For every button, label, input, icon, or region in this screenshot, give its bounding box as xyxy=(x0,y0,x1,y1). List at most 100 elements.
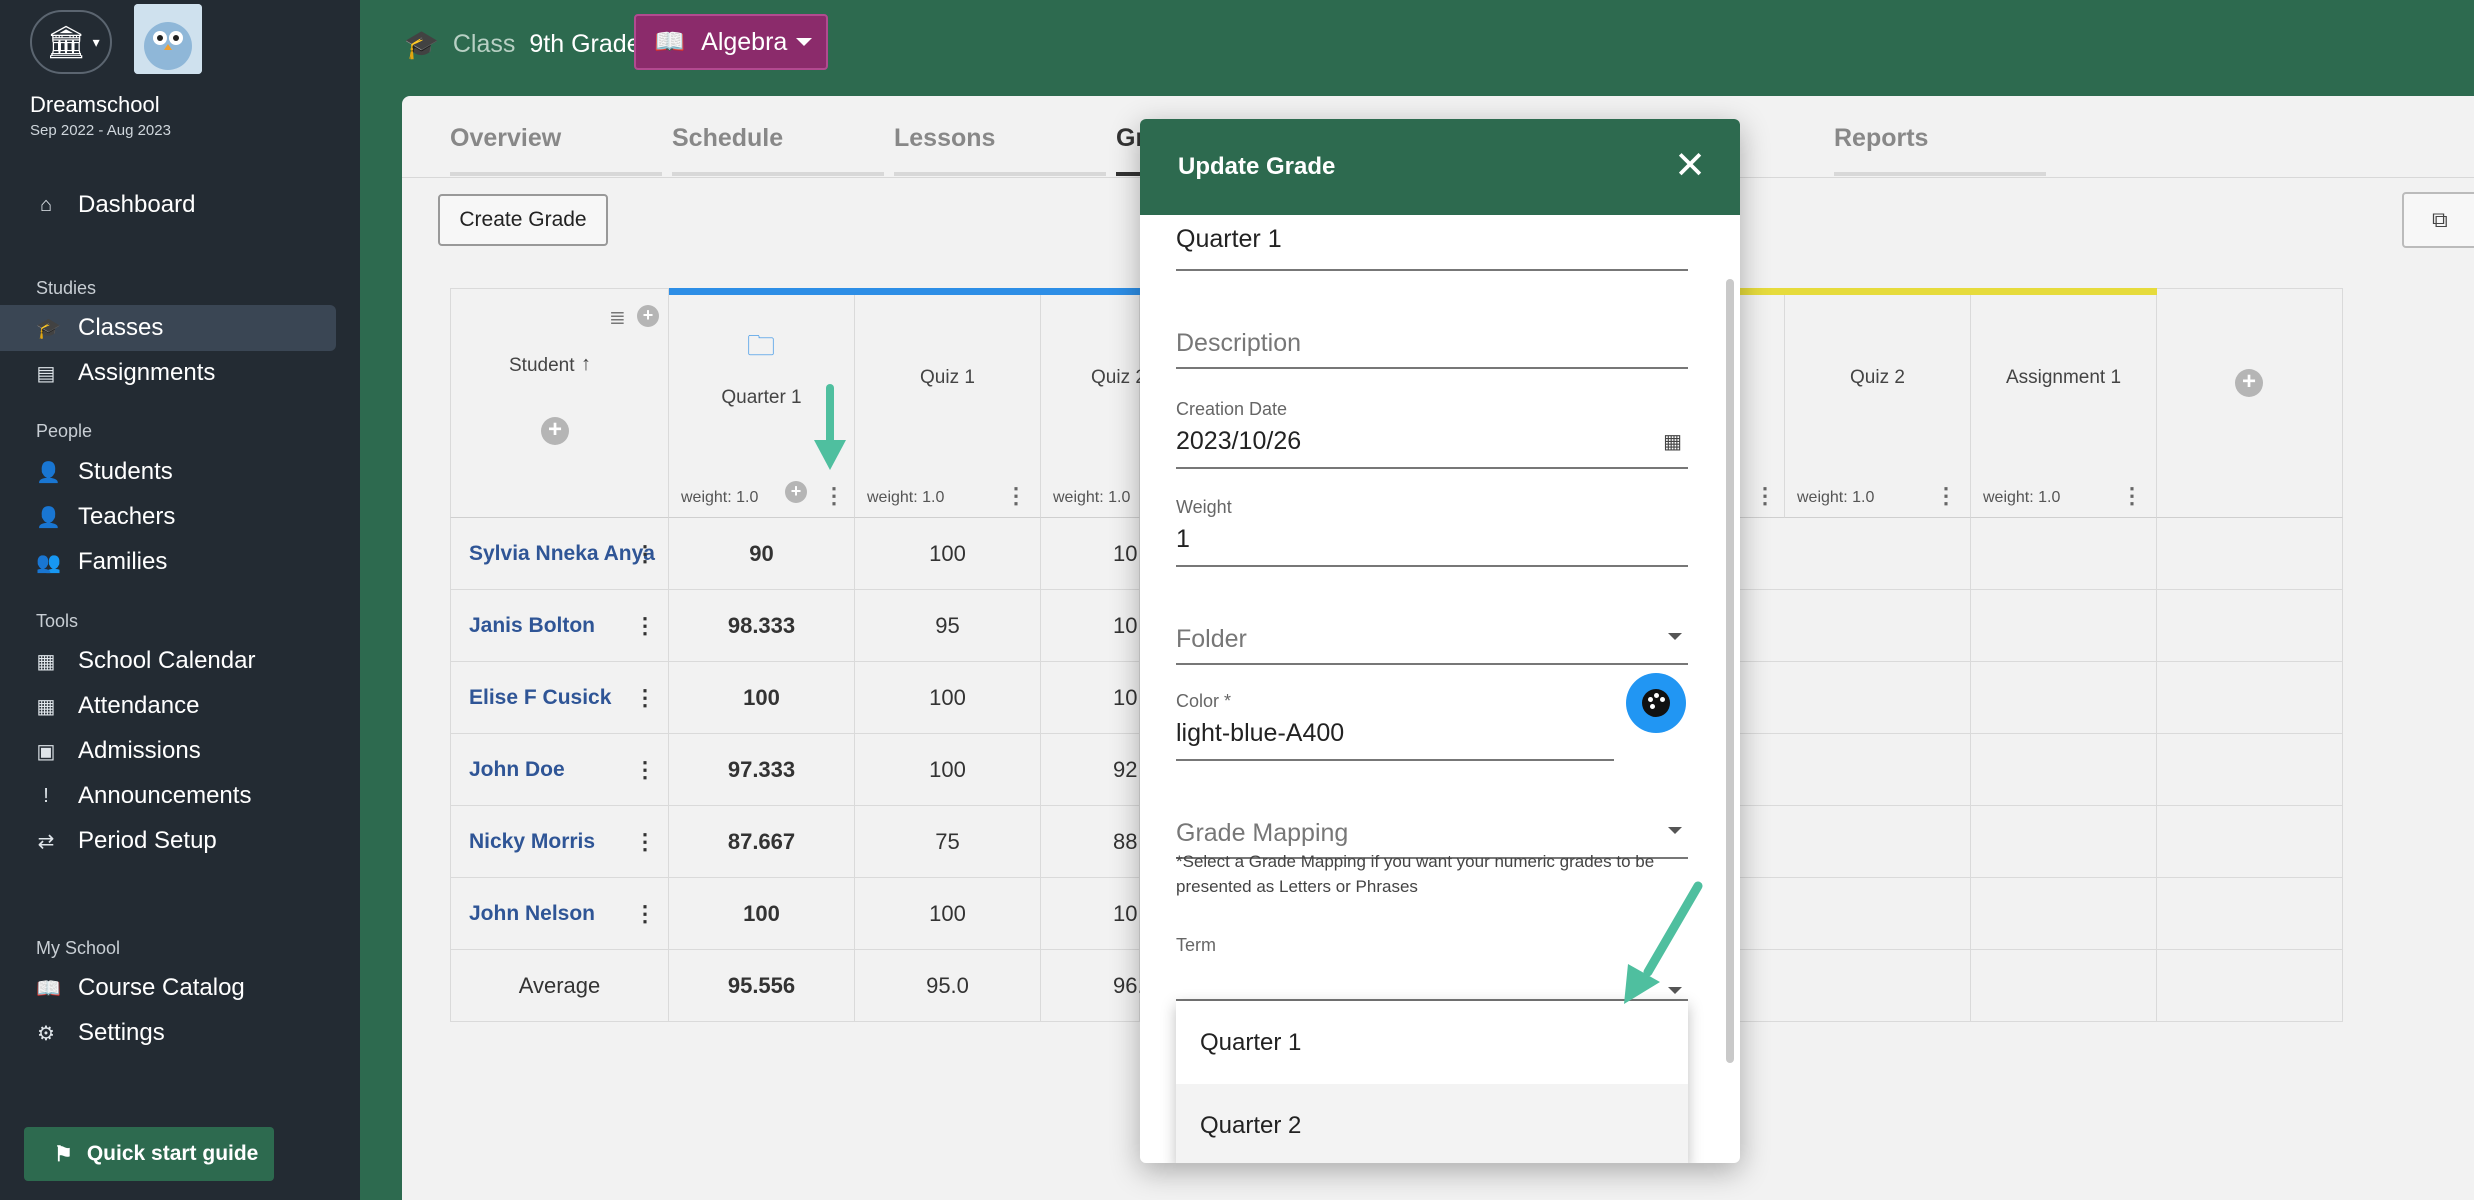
grade-cell[interactable]: 100 xyxy=(669,662,855,734)
sidebar-item-families[interactable]: 👥 Families xyxy=(0,539,336,585)
grade-cell[interactable]: 87.667 xyxy=(669,806,855,878)
average-cell[interactable]: 95.0 xyxy=(855,950,1041,1022)
export-button[interactable]: ⧉ xyxy=(2402,192,2474,248)
grade-cell[interactable] xyxy=(1971,518,2157,590)
grade-cell[interactable] xyxy=(1971,806,2157,878)
student-name-link[interactable]: Nicky Morris xyxy=(469,830,595,854)
grade-cell[interactable]: 100 xyxy=(855,734,1041,806)
grade-cell[interactable] xyxy=(1971,590,2157,662)
average-cell[interactable]: 96.6 xyxy=(1041,950,1156,1022)
term-option-quarter-1[interactable]: Quarter 1 xyxy=(1176,1001,1688,1084)
column-menu-icon[interactable]: ⋮ xyxy=(1935,483,1957,509)
grade-cell[interactable]: 100 xyxy=(669,878,855,950)
grade-cell[interactable] xyxy=(1740,734,1971,806)
grade-cell[interactable]: 10 xyxy=(1041,662,1140,734)
grade-cell[interactable]: 75 xyxy=(855,806,1041,878)
term-select[interactable]: Term xyxy=(1176,931,1688,1001)
tab-reports[interactable]: Reports xyxy=(1834,124,1928,153)
grade-cell[interactable] xyxy=(1971,878,2157,950)
grade-cell[interactable] xyxy=(1740,590,1971,662)
grade-cell[interactable] xyxy=(2157,662,2343,734)
row-menu-icon[interactable]: ⋮ xyxy=(634,829,656,855)
grade-cell[interactable] xyxy=(1971,734,2157,806)
color-field[interactable]: Color * light-blue-A400 xyxy=(1176,671,1614,761)
grade-cell[interactable] xyxy=(1740,518,1971,590)
column-menu-icon[interactable]: ⋮ xyxy=(1754,483,1776,509)
row-menu-icon[interactable]: ⋮ xyxy=(634,613,656,639)
list-icon[interactable]: ≣ xyxy=(609,305,626,330)
tab-lessons[interactable]: Lessons xyxy=(894,124,995,153)
sidebar-item-dashboard[interactable]: ⌂ Dashboard xyxy=(0,182,336,228)
column-menu-icon[interactable]: ⋮ xyxy=(2121,483,2143,509)
grade-cell[interactable] xyxy=(1971,662,2157,734)
grade-cell[interactable]: 95 xyxy=(855,590,1041,662)
sidebar-item-school-calendar[interactable]: ▦ School Calendar xyxy=(0,638,336,684)
grade-cell[interactable]: 100 xyxy=(855,878,1041,950)
grade-cell[interactable] xyxy=(2157,806,2343,878)
grade-column-header[interactable]: Quiz 2 weight: 1.0 xyxy=(1041,295,1146,518)
add-icon[interactable]: + xyxy=(637,305,659,327)
column-menu-icon[interactable]: ⋮ xyxy=(823,483,845,509)
grade-column-header[interactable]: ⋮ xyxy=(1740,295,1785,518)
student-name-link[interactable]: John Doe xyxy=(469,758,565,782)
folder-select[interactable]: Folder xyxy=(1176,597,1688,665)
row-menu-icon[interactable]: ⋮ xyxy=(634,541,656,567)
column-menu-icon[interactable]: ⋮ xyxy=(1005,483,1027,509)
term-option-quarter-2[interactable]: Quarter 2 xyxy=(1176,1084,1688,1163)
add-student-icon[interactable]: + xyxy=(541,417,569,445)
grade-cell[interactable]: 90 xyxy=(669,518,855,590)
sidebar-item-course-catalog[interactable]: 📖 Course Catalog xyxy=(0,965,336,1011)
grade-cell[interactable]: 88 xyxy=(1041,806,1140,878)
student-name-link[interactable]: John Nelson xyxy=(469,902,595,926)
grade-cell[interactable] xyxy=(1740,806,1971,878)
color-picker-button[interactable] xyxy=(1626,673,1686,733)
school-switcher[interactable]: 🏛 ▾ xyxy=(30,10,112,74)
grade-cell[interactable]: 10 xyxy=(1041,518,1140,590)
student-name-link[interactable]: Elise F Cusick xyxy=(469,686,611,710)
student-name-link[interactable]: Janis Bolton xyxy=(469,614,595,638)
calendar-icon[interactable]: ▦ xyxy=(1663,429,1682,454)
sidebar-item-announcements[interactable]: ! Announcements xyxy=(0,773,336,819)
weight-field[interactable]: Weight 1 xyxy=(1176,477,1688,567)
grade-column-header[interactable]: Quiz 1 weight: 1.0 ⋮ xyxy=(855,295,1041,518)
average-cell[interactable] xyxy=(2157,950,2343,1022)
name-field[interactable]: Quarter 1 xyxy=(1176,215,1688,271)
tab-schedule[interactable]: Schedule xyxy=(672,124,783,153)
sidebar-item-attendance[interactable]: ▦ Attendance xyxy=(0,683,336,729)
add-icon[interactable]: + xyxy=(785,481,807,503)
grade-column-header[interactable]: Assignment 1 weight: 1.0 ⋮ xyxy=(1971,295,2157,518)
grade-cell[interactable] xyxy=(2157,878,2343,950)
average-cell[interactable] xyxy=(1971,950,2157,1022)
sort-arrow-icon[interactable]: ↑ xyxy=(581,353,591,376)
grade-cell[interactable]: 100 xyxy=(855,518,1041,590)
add-column-icon[interactable]: + xyxy=(2235,369,2263,397)
sidebar-item-settings[interactable]: ⚙ Settings xyxy=(0,1010,336,1056)
grade-cell[interactable]: 10 xyxy=(1041,590,1140,662)
sidebar-item-classes[interactable]: 🎓 Classes xyxy=(0,305,336,351)
grade-cell[interactable] xyxy=(2157,734,2343,806)
grade-cell[interactable] xyxy=(1740,878,1971,950)
row-menu-icon[interactable]: ⋮ xyxy=(634,901,656,927)
grade-cell[interactable] xyxy=(2157,590,2343,662)
grade-cell[interactable]: 97.333 xyxy=(669,734,855,806)
grade-cell[interactable]: 92 xyxy=(1041,734,1140,806)
creation-date-field[interactable]: Creation Date 2023/10/26 ▦ xyxy=(1176,379,1688,469)
average-cell[interactable]: 95.556 xyxy=(669,950,855,1022)
student-header-label[interactable]: Student xyxy=(509,355,575,377)
grade-column-header[interactable]: Quiz 2 weight: 1.0 ⋮ xyxy=(1785,295,1971,518)
description-field[interactable]: Description xyxy=(1176,305,1688,369)
dialog-scrollbar[interactable] xyxy=(1726,279,1734,1063)
subject-dropdown[interactable]: 📖 Algebra xyxy=(634,14,828,70)
sidebar-item-period-setup[interactable]: ⇄ Period Setup xyxy=(0,818,336,864)
grade-cell[interactable] xyxy=(1740,662,1971,734)
create-grade-button[interactable]: Create Grade xyxy=(438,194,608,246)
sidebar-item-admissions[interactable]: ▣ Admissions xyxy=(0,728,336,774)
sidebar-item-teachers[interactable]: 👤 Teachers xyxy=(0,494,336,540)
sidebar-item-assignments[interactable]: ▤ Assignments xyxy=(0,350,336,396)
sidebar-item-students[interactable]: 👤 Students xyxy=(0,449,336,495)
student-name-link[interactable]: Sylvia Nneka Anya xyxy=(469,542,655,566)
avatar[interactable] xyxy=(134,4,202,74)
average-cell[interactable] xyxy=(1740,950,1971,1022)
grade-cell[interactable] xyxy=(2157,518,2343,590)
grade-cell[interactable]: 98.333 xyxy=(669,590,855,662)
